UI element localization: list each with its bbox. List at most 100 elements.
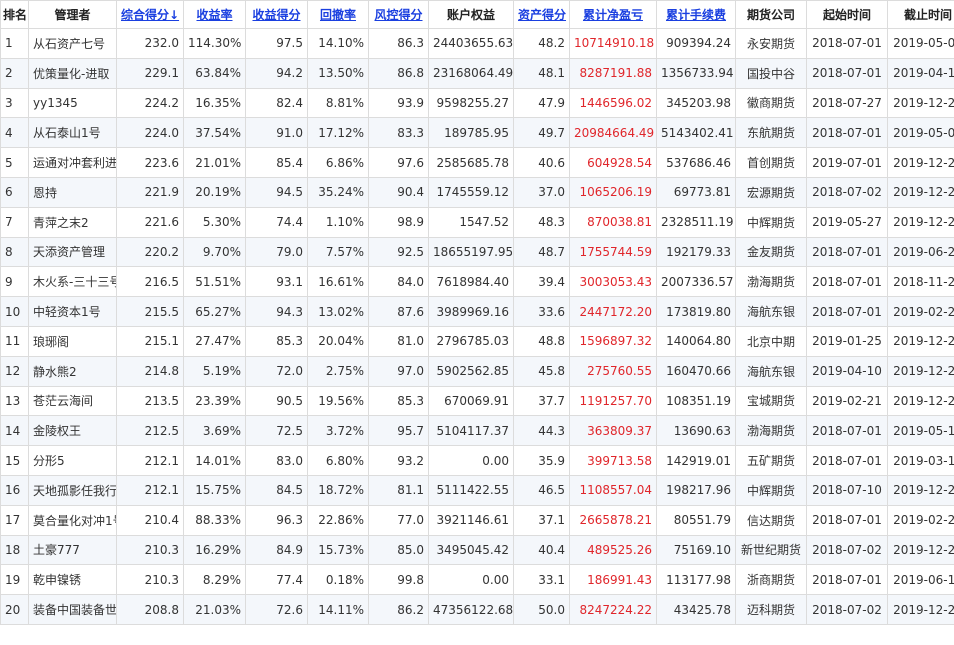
cell-return-score: 72.0: [245, 355, 308, 387]
column-header-label: 截止时间: [903, 8, 952, 22]
cell-fees: 80551.79: [656, 504, 736, 536]
cell-start: 2018-07-01: [806, 415, 888, 447]
column-header-return_rate[interactable]: 收益率: [183, 0, 246, 29]
column-header-risk_score[interactable]: 风控得分: [368, 0, 429, 29]
cell-start: 2018-07-01: [806, 296, 888, 327]
cell-manager: 乾申镍锈: [28, 564, 117, 596]
cell-end: 2019-12-26: [887, 176, 954, 208]
cell-return-score: 91.0: [245, 117, 308, 149]
cell-drawdown: 16.61%: [307, 266, 369, 298]
cell-asset-score: 44.3: [513, 415, 570, 447]
column-header-label[interactable]: 资产得分: [518, 8, 566, 22]
cell-start: 2019-07-01: [806, 147, 888, 178]
cell-asset-score: 39.4: [513, 266, 570, 298]
cell-risk-score: 86.2: [368, 594, 429, 625]
cell-broker: 渤海期货: [735, 415, 807, 447]
cell-equity: 1547.52: [428, 206, 514, 238]
cell-return-score: 94.5: [245, 176, 308, 208]
column-header-label[interactable]: 收益率: [196, 8, 232, 22]
cell-start: 2019-05-27: [806, 206, 888, 238]
cell-rank: 12: [0, 355, 29, 387]
cell-manager: 金陵权王: [28, 415, 117, 447]
cell-net-pnl: 3003053.43: [569, 266, 657, 298]
cell-risk-score: 83.3: [368, 117, 429, 149]
cell-rank: 15: [0, 445, 29, 476]
cell-drawdown: 22.86%: [307, 504, 369, 536]
cell-return-rate: 23.39%: [183, 385, 246, 417]
cell-fees: 113177.98: [656, 564, 736, 596]
cell-start: 2019-04-10: [806, 355, 888, 387]
column-header-label: 起始时间: [822, 8, 871, 22]
column-header-drawdown[interactable]: 回撤率: [307, 0, 369, 29]
cell-asset-score: 45.8: [513, 355, 570, 387]
cell-end: 2019-05-08: [887, 28, 954, 59]
cell-broker: 渤海期货: [735, 266, 807, 298]
table-row: 16 天地孤影任我行 212.1 15.75% 84.5 18.72% 81.1 511142…: [0, 474, 954, 506]
cell-broker: 信达期货: [735, 504, 807, 536]
cell-return-rate: 65.27%: [183, 296, 246, 327]
cell-start: 2019-01-25: [806, 325, 888, 357]
cell-return-score: 96.3: [245, 504, 308, 536]
cell-rank: 5: [0, 147, 29, 178]
cell-score: 210.3: [116, 534, 184, 566]
column-header-asset_score[interactable]: 资产得分: [513, 0, 570, 29]
cell-equity: 0.00: [428, 564, 514, 596]
cell-broker: 北京中期: [735, 325, 807, 357]
cell-asset-score: 48.1: [513, 57, 570, 89]
cell-drawdown: 7.57%: [307, 236, 369, 268]
cell-end: 2019-12-26: [887, 474, 954, 506]
cell-start: 2018-07-01: [806, 57, 888, 89]
column-header-return_score[interactable]: 收益得分: [245, 0, 308, 29]
cell-rank: 11: [0, 325, 29, 357]
cell-manager: 木火系-三十三号: [28, 266, 117, 298]
cell-broker: 永安期货: [735, 28, 807, 59]
cell-fees: 75169.10: [656, 534, 736, 566]
column-header-label[interactable]: 收益得分: [252, 8, 300, 22]
cell-return-score: 94.2: [245, 57, 308, 89]
cell-start: 2019-02-21: [806, 385, 888, 417]
cell-drawdown: 13.50%: [307, 57, 369, 89]
cell-asset-score: 47.9: [513, 87, 570, 119]
column-header-label[interactable]: 综合得分↓: [121, 8, 179, 22]
column-header-rank: 排名: [0, 0, 29, 29]
cell-return-score: 85.4: [245, 147, 308, 178]
column-header-score[interactable]: 综合得分↓: [116, 0, 184, 29]
cell-asset-score: 40.6: [513, 147, 570, 178]
cell-broker: 首创期货: [735, 147, 807, 178]
cell-score: 213.5: [116, 385, 184, 417]
cell-rank: 8: [0, 236, 29, 268]
cell-return-rate: 21.01%: [183, 147, 246, 178]
column-header-label[interactable]: 回撤率: [320, 8, 356, 22]
column-header-label[interactable]: 累计净盈亏: [583, 8, 643, 22]
column-header-label[interactable]: 累计手续费: [666, 8, 726, 22]
cell-drawdown: 6.80%: [307, 445, 369, 476]
cell-return-rate: 16.35%: [183, 87, 246, 119]
cell-return-rate: 5.19%: [183, 355, 246, 387]
cell-return-rate: 51.51%: [183, 266, 246, 298]
column-header-net_pnl[interactable]: 累计净盈亏: [569, 0, 657, 29]
column-header-label: 排名: [3, 8, 28, 22]
cell-manager: 静水熊2: [28, 355, 117, 387]
column-header-fees[interactable]: 累计手续费: [656, 0, 736, 29]
column-header-broker: 期货公司: [735, 0, 807, 29]
cell-equity: 5104117.37: [428, 415, 514, 447]
cell-risk-score: 86.8: [368, 57, 429, 89]
cell-equity: 2796785.03: [428, 325, 514, 357]
column-header-label[interactable]: 风控得分: [374, 8, 422, 22]
cell-risk-score: 97.0: [368, 355, 429, 387]
cell-score: 210.4: [116, 504, 184, 536]
cell-risk-score: 93.2: [368, 445, 429, 476]
cell-start: 2018-07-01: [806, 504, 888, 536]
cell-net-pnl: 10714910.18: [569, 28, 657, 59]
cell-return-score: 84.5: [245, 474, 308, 506]
cell-broker: 国投中谷: [735, 57, 807, 89]
cell-manager: 莫合量化对冲1号: [28, 504, 117, 536]
cell-score: 212.1: [116, 474, 184, 506]
cell-return-score: 97.5: [245, 28, 308, 59]
cell-manager: 土豪777: [28, 534, 117, 566]
cell-score: 212.5: [116, 415, 184, 447]
cell-broker: 宏源期货: [735, 176, 807, 208]
cell-net-pnl: 1446596.02: [569, 87, 657, 119]
cell-rank: 2: [0, 57, 29, 89]
cell-fees: 1356733.94: [656, 57, 736, 89]
